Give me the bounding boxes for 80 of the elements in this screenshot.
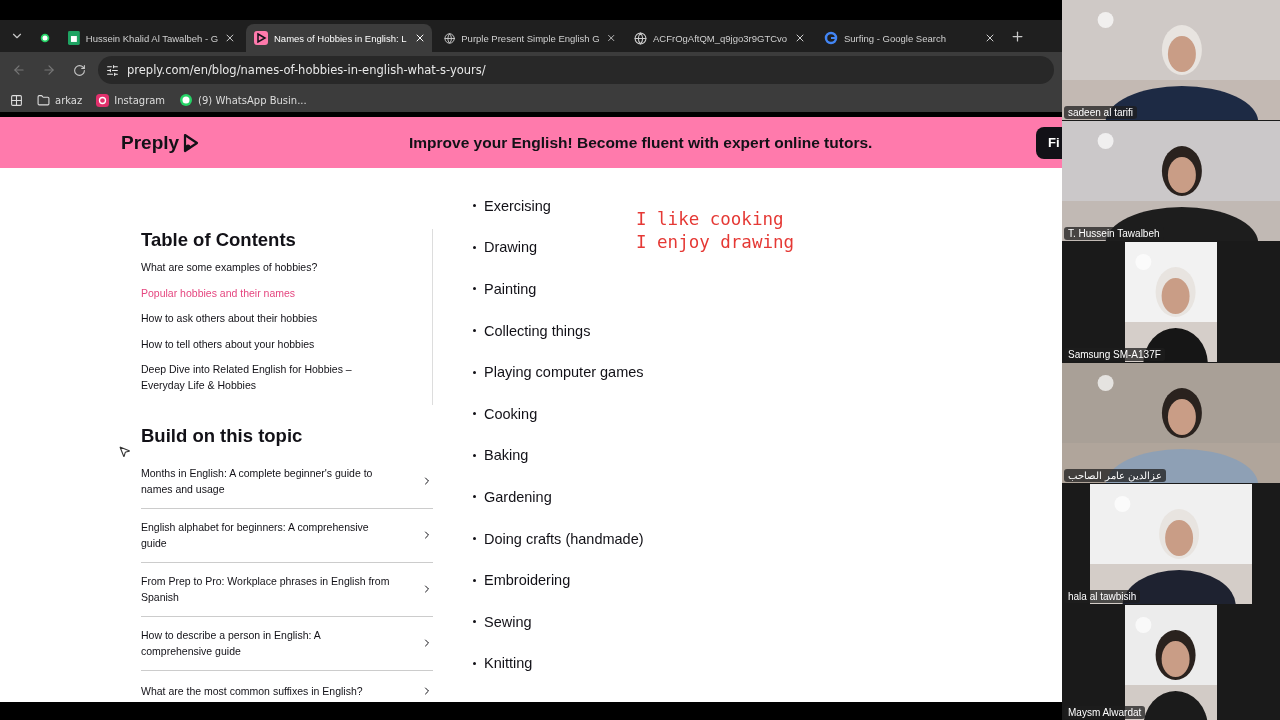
tab-title: Purple Present Simple English G — [461, 32, 600, 44]
site-settings-icon[interactable] — [106, 63, 119, 77]
bookmark[interactable]: Instagram — [96, 93, 166, 107]
globe-icon — [444, 31, 456, 45]
browser-tab[interactable]: ACFrOgAftQM_q9jgo3r9GTCvo — [626, 24, 812, 52]
toc-link[interactable]: How to tell others about your hobbies — [141, 335, 432, 352]
hobby-item: Collecting things — [484, 322, 591, 339]
tab-title: Names of Hobbies in English: L — [274, 32, 408, 44]
toc-link[interactable]: Deep Dive into Related English for Hobbies – Everyday Life & Hobbies — [141, 361, 432, 393]
bookmark[interactable]: (9) WhatsApp Busin... — [179, 93, 307, 107]
hobby-item: Gardening — [484, 488, 552, 505]
banner-message: Improve your English! Become fluent with expert online tutors. — [409, 133, 874, 152]
bullet-icon — [473, 412, 476, 416]
participant-name: sadeen al tarifi — [1064, 106, 1138, 119]
hobby-item: Baking — [484, 447, 529, 464]
tab-title: Surfing - Google Search — [844, 32, 947, 44]
hobby-item: Cooking — [484, 405, 538, 422]
plus-icon — [1009, 28, 1025, 44]
hobby-item: Sewing — [484, 613, 532, 630]
browser-tab[interactable]: Surfing - Google Search — [816, 24, 1002, 52]
close-icon[interactable] — [224, 32, 236, 44]
hobby-item: Knitting — [484, 655, 533, 672]
apps-icon[interactable] — [10, 93, 23, 107]
toc-link[interactable]: How to ask others about their hobbies — [141, 310, 432, 326]
browser-tab[interactable]: Hussein Khalid Al Tawalbeh - G — [60, 24, 242, 52]
hobby-item: Painting — [484, 281, 537, 297]
close-icon[interactable] — [984, 32, 996, 44]
related-article-link[interactable]: How to describe a person in English: A comprehensive guide — [141, 616, 433, 671]
section-heading: Build on this topic — [141, 424, 304, 447]
bullet-icon — [473, 578, 476, 582]
bullet-icon — [473, 329, 476, 333]
address-bar[interactable]: preply.com/en/blog/names-of-hobbies-in-english-what-s-yours/ — [98, 56, 1054, 84]
bullet-icon — [473, 453, 476, 457]
bullet-icon — [473, 495, 476, 499]
bullet-icon — [473, 204, 476, 208]
toc-heading: Table of Contents — [141, 229, 297, 251]
hobby-item: Drawing — [484, 239, 538, 256]
toc-link[interactable]: Popular hobbies and their names — [141, 284, 432, 301]
bullet-icon — [473, 661, 476, 665]
bullet-icon — [473, 245, 476, 249]
hobby-item: Exercising — [484, 197, 551, 214]
close-icon[interactable] — [794, 32, 806, 44]
play-icon — [254, 31, 268, 45]
close-icon[interactable] — [414, 32, 426, 44]
hobby-item: Doing crafts (handmade) — [484, 530, 644, 547]
participant-name: عزالدين عامر الصاحب — [1064, 469, 1166, 482]
browser-tab[interactable]: Names of Hobbies in English: L — [246, 24, 432, 52]
hobby-item: Playing computer games — [484, 364, 644, 381]
globe-icon — [634, 31, 647, 45]
spreadsheet-icon — [68, 31, 80, 45]
camera-icon — [96, 93, 110, 107]
logo-text: Preply — [121, 131, 180, 154]
annotation-text: I enjoy drawing — [636, 231, 795, 254]
related-article-link[interactable]: From Prep to Pro: Workplace phrases in English from Spanish — [141, 562, 433, 617]
cta-button[interactable]: Fi — [1036, 126, 1062, 159]
browser-tab[interactable]: Purple Present Simple English G — [436, 24, 622, 52]
cursor-icon — [118, 445, 131, 458]
annotation-text: I like cooking — [636, 208, 785, 231]
hobby-item: Embroidering — [484, 572, 571, 589]
url-text: preply.com/en/blog/names-of-hobbies-in-english-what-s-yours/ — [127, 63, 486, 77]
bookmark[interactable]: arkaz — [37, 93, 83, 107]
g-icon — [824, 31, 838, 45]
close-icon[interactable] — [605, 32, 616, 44]
related-article-link[interactable]: English alphabet for beginners: A comprehensive guide — [141, 508, 433, 563]
related-article-link[interactable]: Months in English: A complete beginner's guide to names and usage — [141, 454, 433, 509]
bullet-icon — [473, 537, 476, 541]
bullet-icon — [473, 287, 476, 291]
forward-arrow-icon — [42, 63, 56, 77]
reload-icon — [72, 63, 86, 77]
bullet-icon — [473, 620, 476, 624]
logo-icon — [182, 132, 201, 153]
related-article-link[interactable]: What are the most common suffixes in English? — [141, 670, 433, 702]
tab-title: ACFrOgAftQM_q9jgo3r9GTCvo — [653, 32, 788, 44]
tab-title: Hussein Khalid Al Tawalbeh - G — [85, 32, 219, 44]
chat-icon — [40, 31, 50, 45]
back-arrow-icon — [12, 63, 26, 77]
chat-icon — [179, 93, 194, 107]
bullet-icon — [473, 370, 476, 374]
toc-link[interactable]: What are some examples of hobbies? — [141, 259, 432, 275]
folder-icon — [37, 93, 50, 107]
